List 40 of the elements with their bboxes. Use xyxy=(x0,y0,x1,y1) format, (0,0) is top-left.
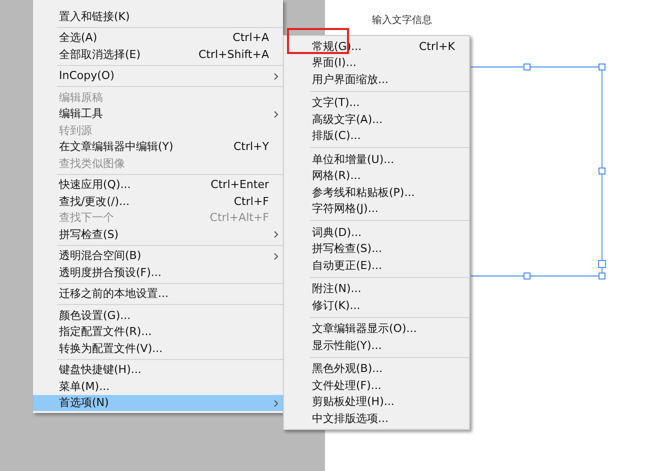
menu-item[interactable]: 指定配置文件(R)... xyxy=(33,324,283,340)
menu-item[interactable]: 中文排版选项... xyxy=(284,410,469,426)
menu-item[interactable]: 界面(I)... xyxy=(284,54,469,71)
menu-item[interactable]: 全选(A) Ctrl+A xyxy=(33,30,283,46)
menu-item[interactable]: 在文章编辑器中编辑(Y) Ctrl+Y xyxy=(33,138,283,155)
menu-item[interactable]: 黑色外观(B)... xyxy=(284,360,469,377)
menu-item[interactable]: 颜色设置(G)... xyxy=(33,307,283,324)
menu-item[interactable]: 参考线和粘贴板(P)... xyxy=(284,184,469,200)
text-frame[interactable] xyxy=(471,63,607,281)
menu-item[interactable]: 修订(K)... xyxy=(284,297,469,314)
menu-item[interactable]: 附注(N)... xyxy=(284,280,469,297)
menu-item[interactable]: 自动更正(E)... xyxy=(284,257,469,274)
menu-item[interactable]: 键盘快捷键(H)... xyxy=(33,362,283,378)
menu-item[interactable]: 用户界面缩放... xyxy=(284,71,469,88)
menu-item[interactable]: 拼写检查(S) xyxy=(33,226,283,242)
menu-item[interactable]: 透明混合空间(B) xyxy=(33,248,283,264)
menu-item[interactable]: 网格(R)... xyxy=(284,168,469,184)
menu-item[interactable]: 置入和链接(K) xyxy=(33,8,283,24)
menu-item[interactable]: 词典(D)... xyxy=(284,224,469,240)
menu-item[interactable]: 剪贴板处理(H)... xyxy=(284,394,469,410)
menu-item[interactable]: 转换为配置文件(V)... xyxy=(33,340,283,356)
menu-item[interactable]: 字符网格(J)... xyxy=(284,200,469,217)
menu-item[interactable]: 透明度拼合预设(F)... xyxy=(33,264,283,280)
menu-item[interactable]: 快速应用(Q)... Ctrl+Enter xyxy=(33,176,283,193)
menu-item[interactable]: 排版(C)... xyxy=(284,128,469,144)
menu-item[interactable]: 文章编辑器显示(O)... xyxy=(284,320,469,337)
menu-item[interactable]: InCopy(O) xyxy=(33,68,283,84)
menu-item[interactable]: 文件处理(F)... xyxy=(284,377,469,394)
menu-item[interactable]: 首选项(N) xyxy=(33,394,283,411)
menu-item[interactable]: 拼写检查(S)... xyxy=(284,240,469,257)
menu-item[interactable]: 菜单(M)... xyxy=(33,378,283,394)
menu-item[interactable]: 单位和增量(U)... xyxy=(284,151,469,168)
menu-item[interactable]: 显示性能(Y)... xyxy=(284,337,469,354)
menu-item[interactable]: 迁移之前的本地设置... xyxy=(33,286,283,302)
menu-item[interactable]: 编辑工具 xyxy=(33,106,283,122)
menu-item[interactable]: 全部取消选择(E) Ctrl+Shift+A xyxy=(33,46,283,62)
menu-item[interactable]: 高级文字(A)... xyxy=(284,111,469,128)
menu-item[interactable]: 查找/更改(/)... Ctrl+F xyxy=(33,193,283,210)
menu-item[interactable]: 文字(T)... xyxy=(284,94,469,111)
canvas-text: 输入文字信息 xyxy=(372,14,432,26)
